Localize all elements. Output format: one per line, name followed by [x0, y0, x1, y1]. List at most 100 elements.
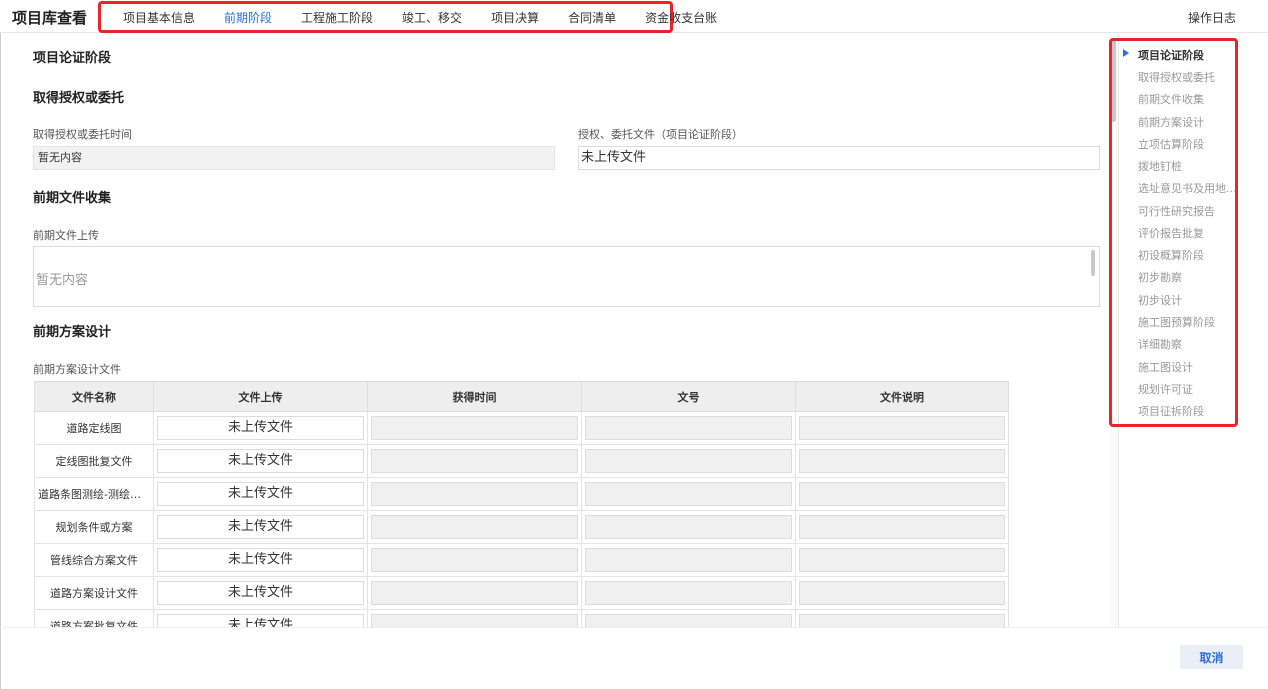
nav-item-preliminary-design-2[interactable]: 初步设计 — [1138, 292, 1182, 308]
tab-project-basic-info[interactable]: 项目基本信息 — [123, 9, 195, 26]
time-cell — [367, 477, 582, 511]
nav-item-land-staking[interactable]: 拨地钉桩 — [1138, 158, 1182, 174]
prefile-upload-area[interactable]: 暂无内容 — [33, 246, 1100, 307]
file-description-field — [799, 449, 1005, 473]
footer-divider — [0, 627, 1268, 628]
file-upload-field[interactable]: 未上传文件 — [157, 614, 364, 627]
row-file-name: 管线综合方案文件 — [34, 543, 154, 577]
desc-cell — [795, 477, 1009, 511]
section-title-prefile-collection: 前期文件收集 — [33, 191, 112, 206]
tab-final-accounts[interactable]: 项目决算 — [491, 9, 539, 26]
tab-completion-handover[interactable]: 竣工、移交 — [402, 9, 462, 26]
cancel-button[interactable]: 取消 — [1180, 645, 1243, 669]
upload-cell: 未上传文件 — [153, 543, 368, 577]
stage-tabs: 项目基本信息 前期阶段 工程施工阶段 竣工、移交 项目决算 合同清单 资金收支台… — [98, 1, 717, 33]
auth-time-label: 取得授权或委托时间 — [33, 128, 132, 141]
tab-preliminary-stage[interactable]: 前期阶段 — [224, 9, 272, 26]
auth-file-label: 授权、委托文件（项目论证阶段） — [578, 128, 743, 141]
table-row: 定线图批复文件 未上传文件 — [34, 444, 1009, 478]
table-header-row: 文件名称 文件上传 获得时间 文号 文件说明 — [34, 381, 1009, 412]
nav-item-evaluation-approval[interactable]: 评价报告批复 — [1138, 225, 1204, 241]
design-file-label: 前期方案设计文件 — [33, 363, 121, 376]
col-header-file-name: 文件名称 — [34, 381, 154, 412]
table-row: 道路条图测绘-测绘报... 未上传文件 — [34, 477, 1009, 511]
nav-item-preliminary-design[interactable]: 前期方案设计 — [1138, 114, 1204, 130]
doc-number-field — [585, 548, 792, 572]
file-upload-field[interactable]: 未上传文件 — [157, 482, 364, 506]
file-upload-field[interactable]: 未上传文件 — [157, 548, 364, 572]
time-cell — [367, 609, 582, 627]
nav-item-construction-drawing[interactable]: 施工图设计 — [1138, 359, 1193, 375]
textarea-scrollbar[interactable] — [1091, 250, 1095, 276]
active-marker-icon — [1123, 49, 1129, 57]
obtained-time-field — [371, 416, 578, 440]
operation-log-link[interactable]: 操作日志 — [1188, 9, 1236, 26]
nav-item-prefile-collection[interactable]: 前期文件收集 — [1138, 91, 1204, 107]
col-header-doc-number: 文号 — [581, 381, 796, 412]
tab-fund-ledger[interactable]: 资金收支台账 — [645, 9, 717, 26]
prefile-empty-text: 暂无内容 — [36, 273, 89, 288]
doc-number-field — [585, 515, 792, 539]
file-description-field — [799, 515, 1005, 539]
time-cell — [367, 543, 582, 577]
time-cell — [367, 411, 582, 445]
nav-item-project-demonstration[interactable]: 项目论证阶段 — [1138, 47, 1204, 63]
obtained-time-field — [371, 482, 578, 506]
file-upload-field[interactable]: 未上传文件 — [157, 449, 364, 473]
time-cell — [367, 576, 582, 610]
nav-item-preliminary-survey[interactable]: 初步勘察 — [1138, 269, 1182, 285]
file-upload-field[interactable]: 未上传文件 — [157, 515, 364, 539]
doc-number-field — [585, 449, 792, 473]
upload-cell: 未上传文件 — [153, 411, 368, 445]
nav-item-demolition-stage[interactable]: 项目征拆阶段 — [1138, 403, 1204, 419]
nav-item-preliminary-budget[interactable]: 初设概算阶段 — [1138, 247, 1204, 263]
design-files-table: 文件名称 文件上传 获得时间 文号 文件说明 道路定线图 未上传文件 定线图批复… — [34, 381, 1009, 627]
upload-cell: 未上传文件 — [153, 609, 368, 627]
anchor-nav: 项目论证阶段 取得授权或委托 前期文件收集 前期方案设计 立项估算阶段 拨地钉桩… — [1109, 38, 1238, 427]
file-upload-field[interactable]: 未上传文件 — [157, 581, 364, 605]
nav-item-estimate-stage[interactable]: 立项估算阶段 — [1138, 136, 1204, 152]
file-upload-field[interactable]: 未上传文件 — [157, 416, 364, 440]
tab-construction-stage[interactable]: 工程施工阶段 — [301, 9, 373, 26]
docno-cell — [581, 510, 796, 544]
docno-cell — [581, 609, 796, 627]
docno-cell — [581, 411, 796, 445]
docno-cell — [581, 444, 796, 478]
desc-cell — [795, 609, 1009, 627]
file-description-field — [799, 614, 1005, 627]
obtained-time-field — [371, 581, 578, 605]
docno-cell — [581, 576, 796, 610]
section-title-project-demonstration: 项目论证阶段 — [33, 51, 112, 66]
nav-item-detailed-survey[interactable]: 详细勘察 — [1138, 336, 1182, 352]
tab-contract-list[interactable]: 合同清单 — [568, 9, 616, 26]
nav-item-site-selection[interactable]: 选址意见书及用地... — [1138, 180, 1237, 196]
doc-number-field — [585, 416, 792, 440]
obtained-time-field — [371, 515, 578, 539]
obtained-time-field — [371, 548, 578, 572]
row-file-name: 规划条件或方案 — [34, 510, 154, 544]
section-title-authorization: 取得授权或委托 — [33, 91, 125, 106]
row-file-name: 道路条图测绘-测绘报... — [34, 477, 154, 511]
file-description-field — [799, 482, 1005, 506]
nav-item-feasibility-report[interactable]: 可行性研究报告 — [1138, 203, 1215, 219]
file-description-field — [799, 548, 1005, 572]
file-description-field — [799, 416, 1005, 440]
auth-time-field: 暂无内容 — [33, 146, 555, 170]
nav-item-planning-permit[interactable]: 规划许可证 — [1138, 381, 1193, 397]
doc-number-field — [585, 482, 792, 506]
upload-cell: 未上传文件 — [153, 444, 368, 478]
docno-cell — [581, 543, 796, 577]
doc-number-field — [585, 614, 792, 627]
col-header-obtained-time: 获得时间 — [367, 381, 582, 412]
auth-file-field[interactable]: 未上传文件 — [578, 146, 1100, 170]
table-row: 管线综合方案文件 未上传文件 — [34, 543, 1009, 577]
nav-item-authorization[interactable]: 取得授权或委托 — [1138, 69, 1215, 85]
upload-cell: 未上传文件 — [153, 510, 368, 544]
row-file-name: 道路方案批复文件 — [34, 609, 154, 627]
upload-cell: 未上传文件 — [153, 477, 368, 511]
time-cell — [367, 444, 582, 478]
col-header-file-upload: 文件上传 — [153, 381, 368, 412]
row-file-name: 定线图批复文件 — [34, 444, 154, 478]
nav-item-construction-budget[interactable]: 施工图预算阶段 — [1138, 314, 1215, 330]
desc-cell — [795, 543, 1009, 577]
